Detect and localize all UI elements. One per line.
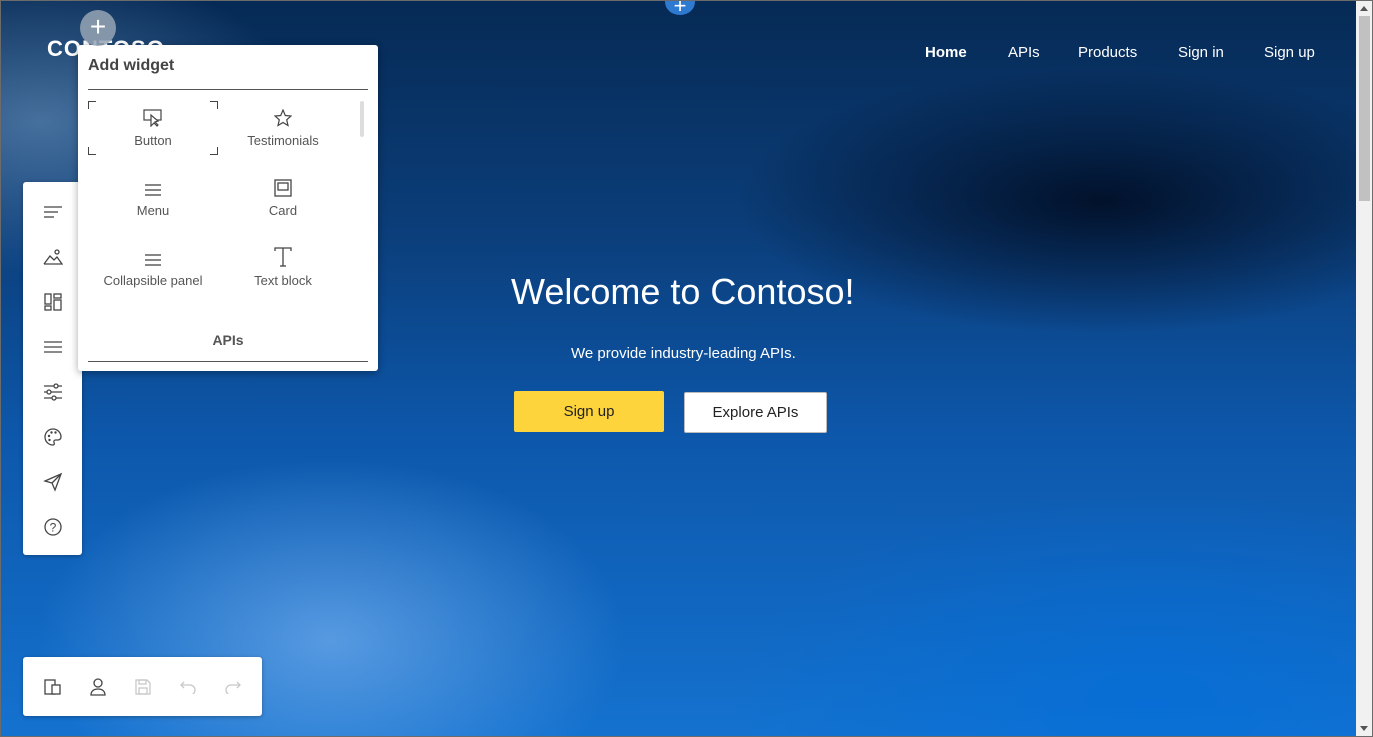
add-widget-plus-icon[interactable]: + bbox=[80, 10, 116, 46]
widget-label: Card bbox=[268, 203, 298, 218]
panel-scrollbar[interactable] bbox=[360, 101, 364, 137]
hero-title: Welcome to Contoso! bbox=[511, 271, 855, 312]
cursor-click-icon bbox=[88, 101, 218, 127]
settings-sliders-icon[interactable] bbox=[41, 380, 65, 404]
devices-icon[interactable] bbox=[41, 675, 65, 699]
scrollbar-thumb[interactable] bbox=[1359, 16, 1370, 201]
redo-icon[interactable] bbox=[221, 675, 245, 699]
section-apis-label: APIs bbox=[212, 332, 244, 348]
hero-subtitle: We provide industry-leading APIs. bbox=[571, 345, 796, 362]
menu-lines-icon bbox=[88, 241, 218, 267]
svg-text:?: ? bbox=[50, 521, 57, 535]
page-scrollbar[interactable] bbox=[1356, 1, 1372, 736]
text-t-icon bbox=[218, 241, 348, 267]
nav-sign-in[interactable]: Sign in bbox=[1178, 44, 1224, 61]
add-widget-panel: Add widget Button Testimonials Menu Card… bbox=[78, 45, 378, 371]
nav-apis[interactable]: APIs bbox=[1008, 44, 1040, 61]
layout-icon[interactable] bbox=[41, 290, 65, 314]
scroll-down-arrow-icon[interactable] bbox=[1360, 726, 1368, 731]
selection-corner bbox=[210, 147, 218, 155]
user-icon[interactable] bbox=[86, 675, 110, 699]
widget-text-block[interactable]: Text block bbox=[218, 241, 348, 295]
image-icon[interactable] bbox=[41, 245, 65, 269]
widget-label: Collapsible panel bbox=[103, 273, 203, 288]
selection-corner bbox=[88, 101, 96, 109]
save-icon[interactable] bbox=[131, 675, 155, 699]
undo-icon[interactable] bbox=[176, 675, 200, 699]
widget-button[interactable]: Button bbox=[88, 101, 218, 155]
left-toolbar: ? bbox=[23, 182, 82, 555]
widget-testimonials[interactable]: Testimonials bbox=[218, 101, 348, 155]
widget-label: Testimonials bbox=[247, 133, 319, 148]
star-icon bbox=[218, 101, 348, 127]
bottom-toolbar bbox=[23, 657, 262, 716]
divider bbox=[88, 361, 368, 362]
hero-explore-apis-button[interactable]: Explore APIs bbox=[684, 392, 827, 433]
widget-collapsible-panel[interactable]: Collapsible panel bbox=[88, 241, 218, 295]
scroll-up-arrow-icon[interactable] bbox=[1360, 6, 1368, 11]
widget-label: Text block bbox=[254, 273, 312, 288]
nav-home[interactable]: Home bbox=[925, 44, 967, 61]
widget-label: Menu bbox=[136, 203, 170, 218]
selection-corner bbox=[210, 101, 218, 109]
widget-label: Button bbox=[134, 133, 172, 148]
selection-corner bbox=[88, 147, 96, 155]
widget-card[interactable]: Card bbox=[218, 171, 348, 225]
text-lines-icon[interactable] bbox=[41, 200, 65, 224]
palette-icon[interactable] bbox=[41, 425, 65, 449]
add-widget-title: Add widget bbox=[88, 57, 175, 74]
publish-icon[interactable] bbox=[41, 470, 65, 494]
hero-sign-up-button[interactable]: Sign up bbox=[514, 391, 664, 432]
help-icon[interactable]: ? bbox=[41, 515, 65, 539]
nav-products[interactable]: Products bbox=[1078, 44, 1137, 61]
nav-sign-up[interactable]: Sign up bbox=[1264, 44, 1315, 61]
divider bbox=[88, 89, 368, 90]
editor-frame: CONTOSO + Home APIs Products Sign in Sig… bbox=[0, 0, 1373, 737]
menu-lines-icon bbox=[88, 171, 218, 197]
menu-icon[interactable] bbox=[41, 335, 65, 359]
card-icon bbox=[218, 171, 348, 197]
widget-menu[interactable]: Menu bbox=[88, 171, 218, 225]
